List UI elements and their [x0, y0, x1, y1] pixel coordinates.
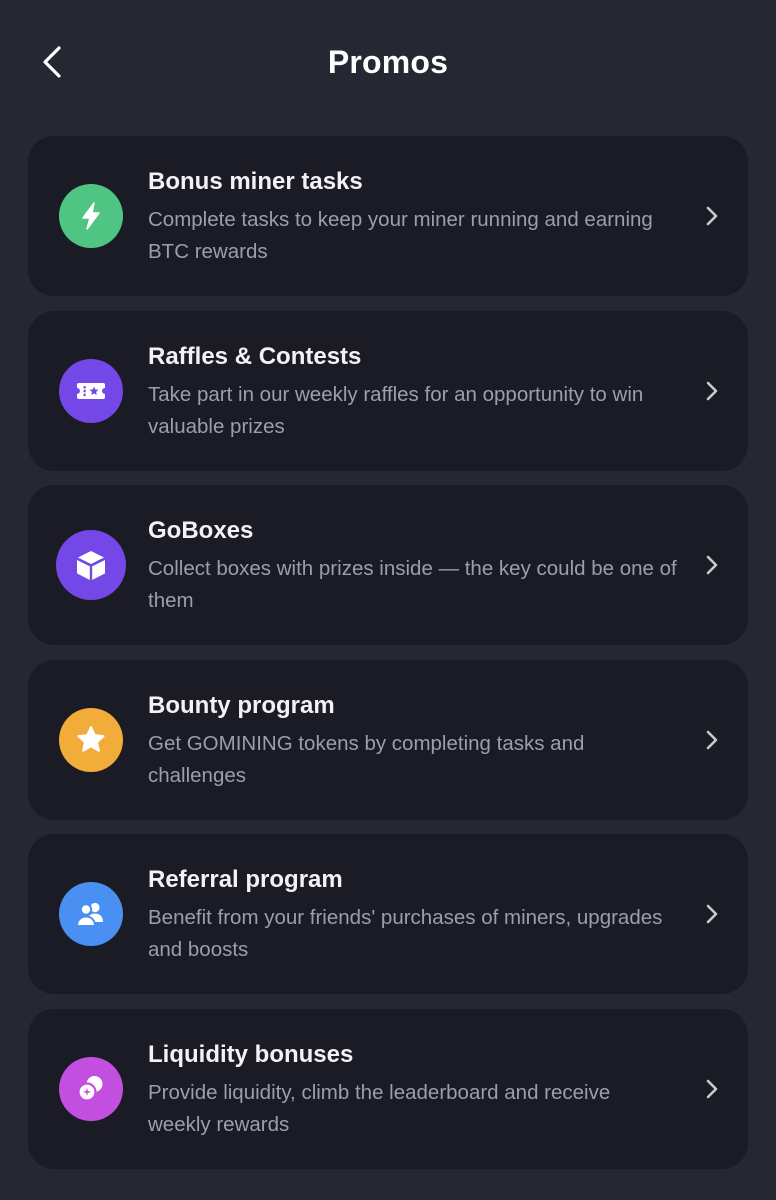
chevron-right-icon: [700, 728, 724, 752]
promo-description: Take part in our weekly raffles for an o…: [148, 382, 644, 438]
lightning-icon: [82, 202, 100, 230]
chevron-right-icon: [700, 204, 724, 228]
promo-title: Liquidity bonuses: [148, 1040, 354, 1068]
header: Promos: [0, 0, 776, 124]
star-icon: [77, 725, 105, 752]
promo-description: Provide liquidity, climb the leaderboard…: [148, 1080, 611, 1136]
box-icon: [77, 551, 105, 581]
promo-description: Benefit from your friends' purchases of …: [148, 906, 663, 962]
chevron-right-icon: [700, 1077, 724, 1101]
chevron-right-icon: [700, 553, 724, 577]
promo-icon-circle: [59, 1056, 123, 1121]
promo-card-raffles-contests[interactable]: Raffles & Contests Take part in our week…: [28, 310, 748, 471]
ticket-icon: [77, 382, 105, 399]
promo-title: Bounty program: [148, 691, 335, 719]
promo-title: Referral program: [148, 866, 343, 894]
promo-icon-circle: [59, 358, 123, 423]
promo-icon-circle: [56, 530, 126, 601]
promo-description: Collect boxes with prizes inside — the k…: [148, 557, 677, 613]
coins-icon: [77, 1075, 103, 1102]
promo-list: Bonus miner tasks Complete tasks to keep…: [28, 136, 748, 1169]
promo-icon-circle: [59, 707, 123, 772]
promo-title: Raffles & Contests: [148, 342, 362, 370]
users-icon: [75, 903, 103, 928]
promo-card-bounty-program[interactable]: Bounty program Get GOMINING tokens by co…: [28, 659, 748, 820]
promo-card-bonus-miner-tasks[interactable]: Bonus miner tasks Complete tasks to keep…: [28, 136, 748, 296]
promo-icon-circle: [59, 882, 123, 947]
chevron-right-icon: [700, 379, 724, 403]
promo-card-referral-program[interactable]: Referral program Benefit from your frien…: [28, 834, 748, 995]
page-title: Promos: [327, 44, 449, 80]
promo-description: Get GOMINING tokens by completing tasks …: [148, 731, 585, 787]
promo-title: Bonus miner tasks: [148, 168, 363, 195]
promo-card-liquidity-bonuses[interactable]: Liquidity bonuses Provide liquidity, cli…: [28, 1008, 748, 1169]
promo-description: Complete tasks to keep your miner runnin…: [148, 208, 653, 263]
promo-card-goboxes[interactable]: GoBoxes Collect boxes with prizes inside…: [28, 485, 748, 646]
chevron-right-icon: [700, 902, 724, 926]
promo-title: GoBoxes: [148, 517, 254, 545]
promo-icon-circle: [59, 184, 123, 248]
